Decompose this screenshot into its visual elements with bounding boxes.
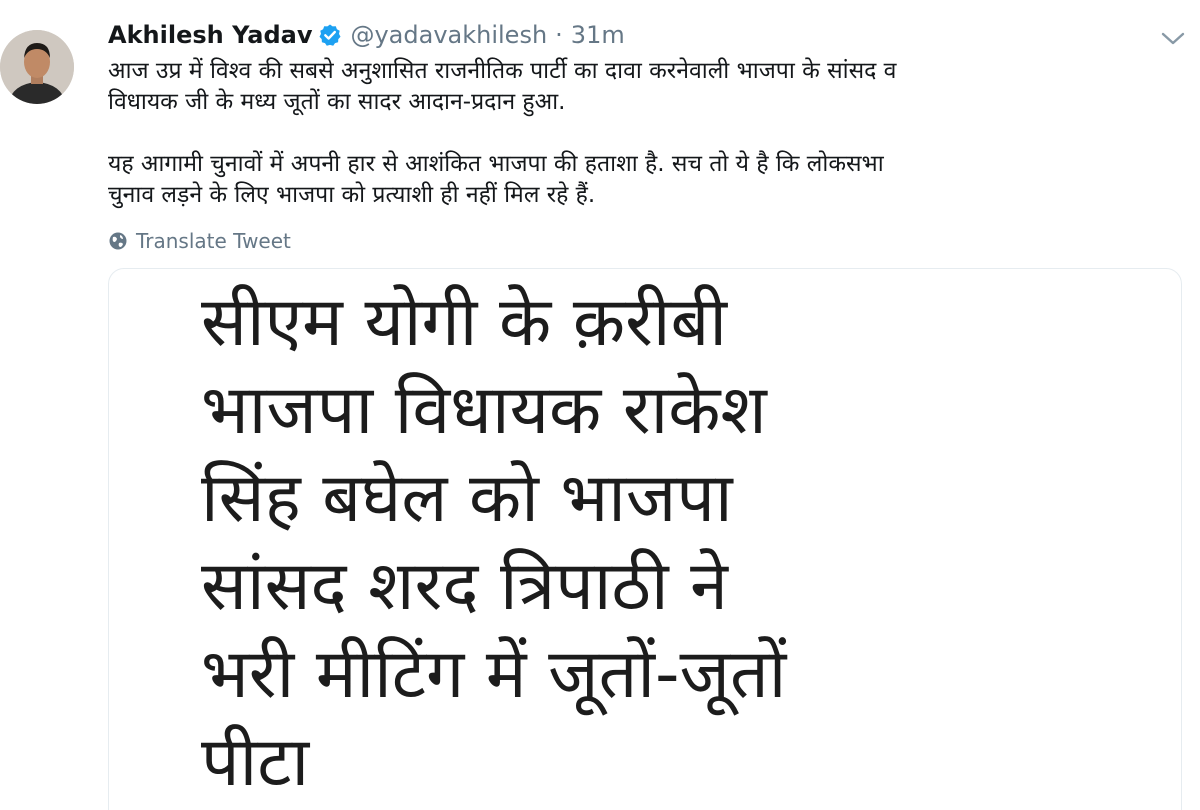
- translate-label: Translate Tweet: [136, 229, 291, 253]
- tweet-timestamp[interactable]: 31m: [571, 21, 625, 49]
- media-headline-line: सांसद शरद त्रिपाठी ने: [201, 547, 728, 626]
- author-handle[interactable]: @yadavakhilesh: [350, 21, 547, 49]
- tweet-content: Akhilesh Yadav @yadavakhilesh · 31m आज उ…: [108, 14, 1178, 255]
- tweet-line: विधायक जी के मध्य जूतों का सादर आदान-प्र…: [108, 89, 566, 115]
- tweet-header: Akhilesh Yadav @yadavakhilesh · 31m: [108, 14, 1178, 56]
- avatar[interactable]: [0, 30, 74, 104]
- globe-icon: [108, 231, 128, 251]
- tweet-line: यह आगामी चुनावों में अपनी हार से आशंकित …: [108, 151, 884, 177]
- tweet-line: चुनाव लड़ने के लिए भाजपा को प्रत्याशी ही…: [108, 182, 596, 208]
- media-card[interactable]: सीएम योगी के क़रीबी भाजपा विधायक राकेश स…: [108, 268, 1182, 810]
- media-headline-line: भरी मीटिंग में जूतों-जूतों: [201, 635, 787, 714]
- tweet-paragraph: यह आगामी चुनावों में अपनी हार से आशंकित …: [108, 149, 1178, 211]
- media-headline: सीएम योगी के क़रीबी भाजपा विधायक राकेश स…: [201, 279, 1161, 807]
- tweet-paragraph: आज उप्र में विश्व की सबसे अनुशासित राजनी…: [108, 56, 1178, 118]
- tweet-line: आज उप्र में विश्व की सबसे अनुशासित राजनी…: [108, 58, 897, 84]
- media-headline-line: पीटा: [201, 723, 310, 802]
- tweet-text: आज उप्र में विश्व की सबसे अनुशासित राजनी…: [108, 56, 1178, 211]
- translate-tweet-link[interactable]: Translate Tweet: [108, 227, 1178, 255]
- chevron-down-icon[interactable]: [1160, 28, 1186, 48]
- media-headline-line: सीएम योगी के क़रीबी: [201, 283, 727, 362]
- author-name[interactable]: Akhilesh Yadav: [108, 21, 312, 49]
- tweet-card: Akhilesh Yadav @yadavakhilesh · 31m आज उ…: [0, 0, 1200, 810]
- media-headline-line: सिंह बघेल को भाजपा: [201, 459, 733, 538]
- verified-icon: [318, 23, 342, 47]
- separator-dot: ·: [555, 21, 563, 49]
- media-headline-line: भाजपा विधायक राकेश: [201, 371, 767, 450]
